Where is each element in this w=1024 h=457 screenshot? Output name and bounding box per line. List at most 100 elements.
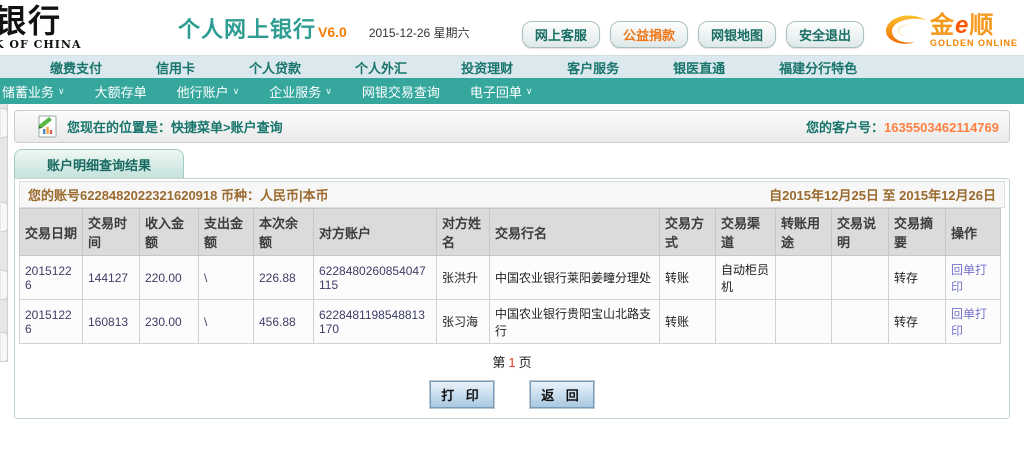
- cell-operation: 回单打印: [946, 256, 1001, 300]
- customer-number-label: 您的客户号：: [806, 120, 884, 135]
- header-bank-name: 交易行名: [490, 209, 660, 256]
- cell-counter-account: 6228481198548813170: [314, 300, 437, 344]
- nav-item-personal-loan[interactable]: 个人贷款: [249, 58, 301, 77]
- nav-item-customer-service[interactable]: 客户服务: [567, 58, 619, 77]
- tab-account-detail-results[interactable]: 账户明细查询结果: [14, 149, 184, 178]
- header-expense-amount: 支出金额: [199, 209, 254, 256]
- sidebar-handle[interactable]: [1, 270, 8, 300]
- receipt-print-link[interactable]: 回单打印: [951, 263, 987, 294]
- transactions-table: 交易日期 交易时间 收入金额 支出金额 本次余额 对方账户 对方姓名 交易行名 …: [19, 208, 1001, 344]
- nav-item-savings[interactable]: 储蓄业务∨: [2, 82, 65, 101]
- cell-balance: 226.88: [254, 256, 314, 300]
- primary-nav: 缴费支付 信用卡 个人贷款 个人外汇 投资理财 客户服务 银医直通 福建分行特色: [0, 55, 1024, 78]
- date-range-text: 自2015年12月25日 至 2015年12月26日: [769, 185, 996, 204]
- chevron-down-icon: ∨: [325, 86, 332, 97]
- sidebar-handle[interactable]: [1, 332, 8, 362]
- nav-item-payment[interactable]: 缴费支付: [50, 58, 102, 77]
- nav-item-investment[interactable]: 投资理财: [461, 58, 513, 77]
- cell-income: 220.00: [140, 256, 199, 300]
- ebank-map-button[interactable]: 网银地图: [698, 21, 776, 48]
- cell-trade-time: 160813: [83, 300, 140, 344]
- header-balance: 本次余额: [254, 209, 314, 256]
- header-counter-name: 对方姓名: [437, 209, 490, 256]
- customer-number-value: 1635503462114769: [884, 120, 999, 135]
- product-title-block: 个人网上银行 V6.0 2015-12-26 星期六: [178, 12, 470, 44]
- top-header: 银行 K OF CHINA 个人网上银行 V6.0 2015-12-26 星期六…: [0, 0, 1024, 55]
- customer-number-block: 您的客户号：1635503462114769: [806, 117, 999, 136]
- content-area: 您现在的位置是：快捷菜单>账户查询 您的客户号：1635503462114769…: [0, 104, 1024, 419]
- header-trade-channel: 交易渠道: [716, 209, 776, 256]
- online-service-button[interactable]: 网上客服: [522, 21, 600, 48]
- nav-item-ebank-transaction-query[interactable]: 网银交易查询: [362, 82, 440, 101]
- account-number-text: 您的账号6228482022321620918 币种：人民币|本币: [28, 185, 329, 204]
- sidebar-handle[interactable]: [1, 108, 8, 138]
- header-trade-time: 交易时间: [83, 209, 140, 256]
- header-transfer-purpose: 转账用途: [776, 209, 832, 256]
- chevron-down-icon: ∨: [233, 86, 240, 97]
- table-header-row: 交易日期 交易时间 收入金额 支出金额 本次余额 对方账户 对方姓名 交易行名 …: [20, 209, 1001, 256]
- nav-item-large-deposit[interactable]: 大额存单: [95, 82, 147, 101]
- brand-subtitle: GOLDEN ONLINE: [930, 39, 1018, 48]
- secondary-nav: 储蓄业务∨ 大额存单 他行账户∨ 企业服务∨ 网银交易查询 电子回单∨: [0, 78, 1024, 104]
- header-operation: 操作: [946, 209, 1001, 256]
- pagination: 第1页: [19, 352, 1005, 371]
- cell-expense: \: [199, 256, 254, 300]
- breadcrumb-text: 您现在的位置是：快捷菜单>账户查询: [67, 117, 283, 136]
- header-trade-note: 交易说明: [832, 209, 889, 256]
- page-number: 1: [505, 355, 518, 370]
- cell-bank-name: 中国农业银行莱阳姜疃分理处: [490, 256, 660, 300]
- nav-item-fujian-branch[interactable]: 福建分行特色: [779, 58, 857, 77]
- cell-operation: 回单打印: [946, 300, 1001, 344]
- location-document-icon: [37, 115, 59, 139]
- nav-item-credit-card[interactable]: 信用卡: [156, 58, 195, 77]
- footer-buttons: 打 印 返 回: [19, 381, 1005, 408]
- table-row: 20151226 144127 220.00 \ 226.88 62284802…: [20, 256, 1001, 300]
- version-label: V6.0: [318, 24, 347, 40]
- product-title: 个人网上银行: [178, 12, 316, 44]
- header-trade-date: 交易日期: [20, 209, 83, 256]
- receipt-print-link[interactable]: 回单打印: [951, 307, 987, 338]
- cell-counter-name: 张洪升: [437, 256, 490, 300]
- breadcrumb-bar: 您现在的位置是：快捷菜单>账户查询 您的客户号：1635503462114769: [14, 110, 1010, 143]
- cell-counter-account: 6228480260854047115: [314, 256, 437, 300]
- safe-logout-button[interactable]: 安全退出: [786, 21, 864, 48]
- cell-expense: \: [199, 300, 254, 344]
- back-button[interactable]: 返 回: [530, 381, 594, 408]
- cell-trade-time: 144127: [83, 256, 140, 300]
- nav-item-bank-medical[interactable]: 银医直通: [673, 58, 725, 77]
- cell-channel: [716, 300, 776, 344]
- table-row: 20151226 160813 230.00 \ 456.88 62284811…: [20, 300, 1001, 344]
- cell-summary: 转存: [889, 256, 946, 300]
- cell-note: [832, 300, 889, 344]
- chevron-down-icon: ∨: [526, 86, 533, 97]
- nav-item-personal-forex[interactable]: 个人外汇: [355, 58, 407, 77]
- charity-donation-button[interactable]: 公益捐款: [610, 21, 688, 48]
- cell-purpose: [776, 300, 832, 344]
- collapsed-sidebar-strip: [0, 104, 8, 362]
- header-counter-account: 对方账户: [314, 209, 437, 256]
- nav-item-electronic-receipt[interactable]: 电子回单∨: [470, 82, 533, 101]
- account-info-bar: 您的账号6228482022321620918 币种：人民币|本币 自2015年…: [19, 181, 1005, 208]
- date-label: 2015-12-26 星期六: [369, 24, 470, 41]
- cell-method: 转账: [660, 300, 716, 344]
- header-buttons: 网上客服 公益捐款 网银地图 安全退出: [522, 21, 864, 48]
- cell-counter-name: 张习海: [437, 300, 490, 344]
- swoosh-icon: [882, 13, 930, 49]
- header-trade-summary: 交易摘要: [889, 209, 946, 256]
- header-trade-method: 交易方式: [660, 209, 716, 256]
- cell-income: 230.00: [140, 300, 199, 344]
- header-income-amount: 收入金额: [140, 209, 199, 256]
- sidebar-handle[interactable]: [1, 202, 8, 232]
- nav-item-corporate-service[interactable]: 企业服务∨: [269, 82, 332, 101]
- print-button[interactable]: 打 印: [430, 381, 494, 408]
- cell-method: 转账: [660, 256, 716, 300]
- results-section: 账户明细查询结果 您的账号6228482022321620918 币种：人民币|…: [14, 149, 1010, 419]
- cell-balance: 456.88: [254, 300, 314, 344]
- cell-trade-date: 20151226: [20, 256, 83, 300]
- nav-item-other-bank-account[interactable]: 他行账户∨: [177, 82, 240, 101]
- cell-trade-date: 20151226: [20, 300, 83, 344]
- cell-summary: 转存: [889, 300, 946, 344]
- cell-channel: 自动柜员机: [716, 256, 776, 300]
- results-panel: 您的账号6228482022321620918 币种：人民币|本币 自2015年…: [14, 178, 1010, 419]
- bank-logo: 银行 K OF CHINA: [0, 5, 164, 50]
